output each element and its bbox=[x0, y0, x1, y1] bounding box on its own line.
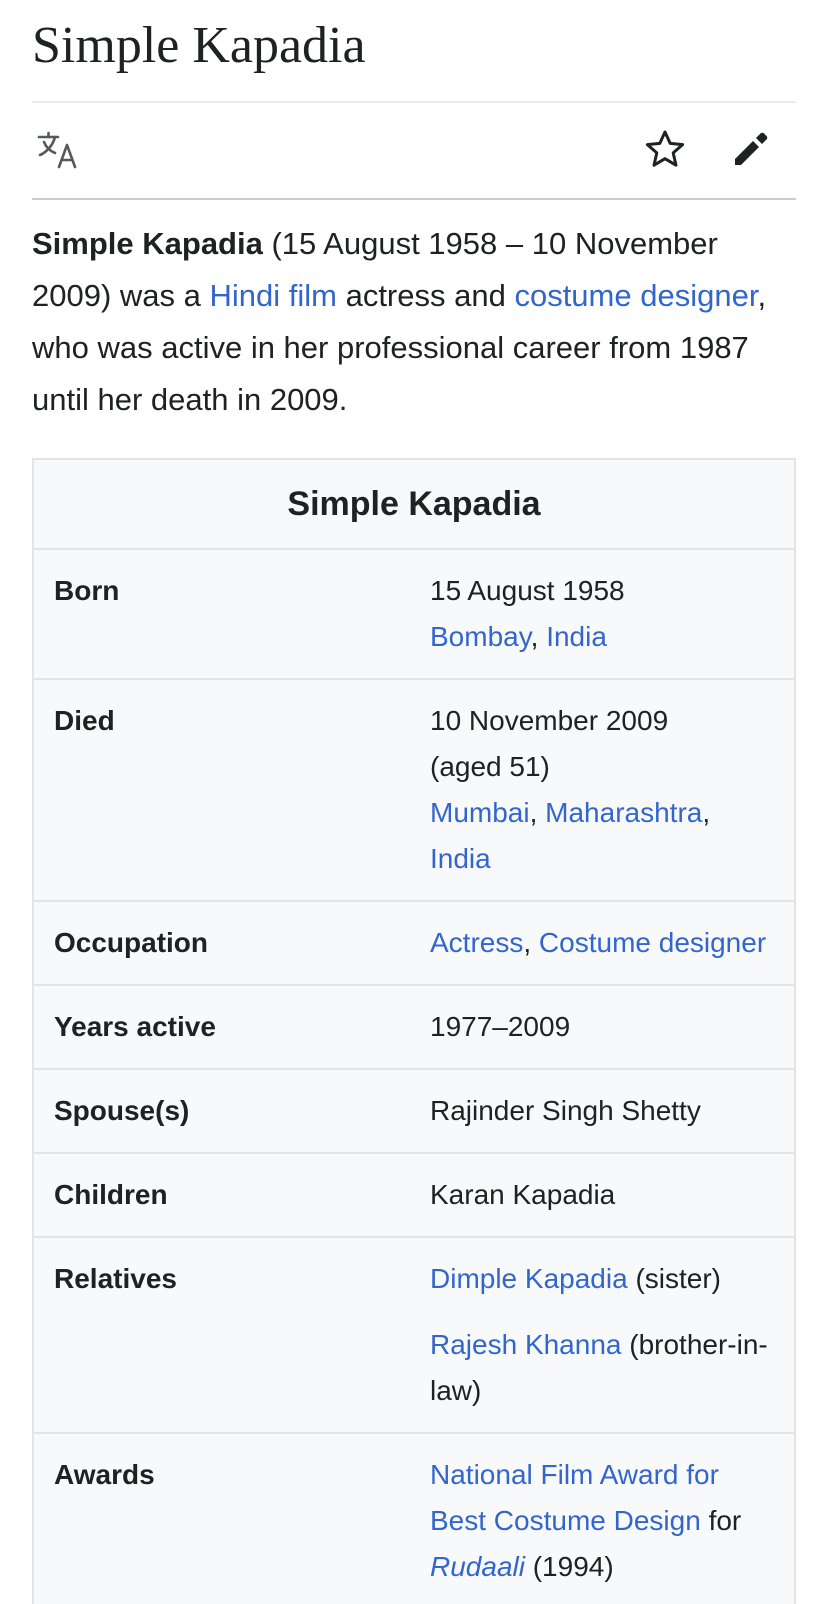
title-divider bbox=[32, 101, 796, 103]
infobox-row-years-active: Years active 1977–2009 bbox=[34, 984, 794, 1068]
death-country: India bbox=[430, 836, 770, 882]
row-value: Karan Kapadia bbox=[430, 1179, 616, 1210]
row-label: Years active bbox=[54, 1011, 216, 1042]
intro-subject: Simple Kapadia bbox=[32, 226, 263, 261]
row-value: Rajinder Singh Shetty bbox=[430, 1095, 701, 1126]
relative-entry: Dimple Kapadia (sister) bbox=[430, 1256, 770, 1302]
row-value: 15 August 1958 Bombay, India bbox=[430, 568, 770, 660]
row-value: National Film Award for Best Costume Des… bbox=[430, 1452, 770, 1590]
relative-entry: Rajesh Khanna (brother-in-law) bbox=[430, 1322, 770, 1414]
row-value: Actress, Costume designer bbox=[430, 920, 770, 966]
link-actress[interactable]: Actress bbox=[430, 927, 523, 958]
infobox-row-died: Died 10 November 2009 (aged 51) Mumbai, … bbox=[34, 678, 794, 900]
link-hindi-film[interactable]: Hindi film bbox=[210, 278, 337, 313]
row-label: Relatives bbox=[54, 1263, 177, 1294]
relation-note: (sister) bbox=[627, 1263, 721, 1294]
link-mumbai[interactable]: Mumbai bbox=[430, 797, 530, 828]
link-rajesh-khanna[interactable]: Rajesh Khanna bbox=[430, 1329, 621, 1360]
award-year: (1994) bbox=[524, 1551, 614, 1582]
birth-place: Bombay, India bbox=[430, 614, 770, 660]
row-value: 1977–2009 bbox=[430, 1011, 571, 1042]
separator: , bbox=[702, 797, 711, 828]
separator: , bbox=[523, 927, 539, 958]
link-dimple-kapadia[interactable]: Dimple Kapadia bbox=[430, 1263, 628, 1294]
link-rudaali[interactable]: Rudaali bbox=[430, 1551, 525, 1582]
link-bombay[interactable]: Bombay bbox=[430, 621, 531, 652]
infobox-row-awards: Awards National Film Award for Best Cost… bbox=[34, 1432, 794, 1604]
link-india[interactable]: India bbox=[430, 843, 491, 874]
infobox-row-spouse: Spouse(s) Rajinder Singh Shetty bbox=[34, 1068, 794, 1152]
pencil-icon[interactable] bbox=[728, 126, 774, 172]
link-national-film-award[interactable]: National Film Award for Best Costume Des… bbox=[430, 1459, 719, 1536]
row-value: 10 November 2009 (aged 51) Mumbai, Mahar… bbox=[430, 698, 770, 882]
link-costume-designer[interactable]: costume designer bbox=[514, 278, 757, 313]
row-label: Occupation bbox=[54, 927, 209, 958]
translate-icon[interactable] bbox=[34, 126, 82, 174]
award-text: for bbox=[700, 1505, 742, 1536]
infobox-title: Simple Kapadia bbox=[287, 484, 541, 523]
infobox-row-relatives: Relatives Dimple Kapadia (sister) Rajesh… bbox=[34, 1236, 794, 1432]
link-costume-designer[interactable]: Costume designer bbox=[539, 927, 766, 958]
death-place: Mumbai, Maharashtra, bbox=[430, 790, 770, 836]
link-india[interactable]: India bbox=[546, 621, 607, 652]
birth-date: 15 August 1958 bbox=[430, 575, 625, 606]
star-icon[interactable] bbox=[642, 126, 688, 172]
page-title: Simple Kapadia bbox=[32, 17, 366, 74]
toolbar-divider bbox=[32, 198, 796, 200]
row-label: Spouse(s) bbox=[54, 1095, 190, 1126]
infobox-row-occupation: Occupation Actress, Costume designer bbox=[34, 900, 794, 984]
infobox-row-born: Born 15 August 1958 Bombay, India bbox=[34, 548, 794, 678]
infobox: Simple Kapadia Born 15 August 1958 Bomba… bbox=[32, 458, 796, 1604]
intro-text: actress and bbox=[336, 278, 515, 313]
link-maharashtra[interactable]: Maharashtra bbox=[545, 797, 702, 828]
separator: , bbox=[529, 797, 546, 828]
row-label: Born bbox=[54, 575, 120, 606]
infobox-row-children: Children Karan Kapadia bbox=[34, 1152, 794, 1236]
death-age: (aged 51) bbox=[430, 751, 550, 782]
row-label: Died bbox=[54, 705, 115, 736]
intro-paragraph: Simple Kapadia (15 August 1958 – 10 Nove… bbox=[32, 218, 802, 426]
row-label: Awards bbox=[54, 1459, 155, 1490]
row-label: Children bbox=[54, 1179, 168, 1210]
row-value: Dimple Kapadia (sister) Rajesh Khanna (b… bbox=[430, 1256, 770, 1414]
death-date: 10 November 2009 bbox=[430, 705, 669, 736]
separator: , bbox=[530, 621, 547, 652]
